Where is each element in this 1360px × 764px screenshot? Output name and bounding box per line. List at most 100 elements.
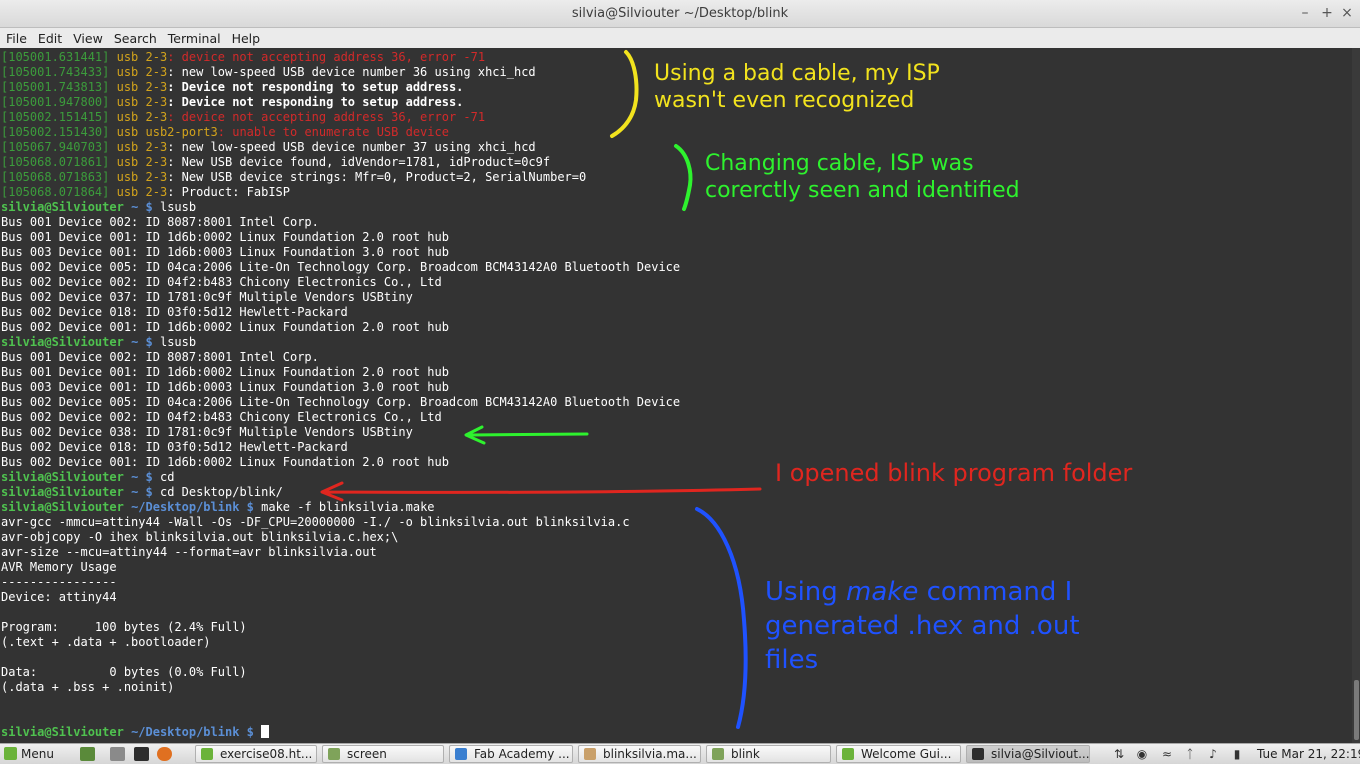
mint-logo-icon <box>4 747 17 760</box>
log-timestamp: [105068.071861] <box>1 155 110 169</box>
maximize-icon[interactable]: + <box>1318 4 1336 22</box>
make-output-line <box>1 650 680 665</box>
log-timestamp: [105001.743813] <box>1 80 110 94</box>
log-device: usb 2-3 <box>116 50 168 64</box>
kernel-log-line: [105067.940703] usb 2-3: new low-speed U… <box>1 140 680 155</box>
firefox-icon[interactable] <box>157 747 172 761</box>
show-desktop-icon[interactable] <box>80 747 95 761</box>
network-icon[interactable]: ⇅ <box>1112 747 1126 761</box>
scrollbar-thumb[interactable] <box>1354 680 1359 740</box>
make-output-text: Data: 0 bytes (0.0% Full) <box>1 665 247 679</box>
window-title: silvia@Silviouter ~/Desktop/blink <box>571 6 789 21</box>
taskbar-task[interactable]: blinksilvia.ma... <box>578 745 701 763</box>
lsusb-text: Bus 002 Device 005: ID 04ca:2006 Lite-On… <box>1 260 681 274</box>
prompt-line: silvia@Silviouter ~ $ lsusb <box>1 335 680 350</box>
terminal-scrollbar[interactable] <box>1352 48 1360 743</box>
prompt-path: ~ $ <box>131 200 153 214</box>
log-timestamp: [105068.071863] <box>1 170 110 184</box>
lsusb-line: Bus 002 Device 038: ID 1781:0c9f Multipl… <box>1 425 680 440</box>
prompt-line: silvia@Silviouter ~ $ lsusb <box>1 200 680 215</box>
task-label: silvia@Silviout... <box>991 747 1090 761</box>
taskbar-task[interactable]: silvia@Silviout... <box>966 745 1090 763</box>
lsusb-text: Bus 002 Device 038: ID 1781:0c9f Multipl… <box>1 425 413 439</box>
prompt-line: silvia@Silviouter ~/Desktop/blink $ make… <box>1 500 680 515</box>
lsusb-text: Bus 001 Device 002: ID 8087:8001 Intel C… <box>1 215 319 229</box>
menu-search[interactable]: Search <box>109 29 162 46</box>
lsusb-line: Bus 002 Device 002: ID 04f2:b483 Chicony… <box>1 410 680 425</box>
lsusb-text: Bus 002 Device 005: ID 04ca:2006 Lite-On… <box>1 395 681 409</box>
lsusb-line: Bus 001 Device 001: ID 1d6b:0002 Linux F… <box>1 365 680 380</box>
log-timestamp: [105002.151430] <box>1 125 110 139</box>
log-device: usb 2-3 <box>116 185 168 199</box>
prompt-line-current: silvia@Silviouter ~/Desktop/blink $ <box>1 725 680 740</box>
task-label: Fab Academy ... <box>474 747 570 761</box>
menu-help[interactable]: Help <box>227 29 266 46</box>
prompt-user: silvia@Silviouter <box>1 725 124 739</box>
lsusb-line: Bus 001 Device 002: ID 8087:8001 Intel C… <box>1 215 680 230</box>
battery-icon[interactable]: ▮ <box>1230 747 1244 761</box>
annotation-make-em: make <box>846 577 919 607</box>
menu-terminal[interactable]: Terminal <box>163 29 226 46</box>
log-device: usb 2-3 <box>116 155 168 169</box>
bluetooth-icon[interactable]: ᛏ <box>1183 747 1197 761</box>
menu-view[interactable]: View <box>68 29 108 46</box>
make-output-text: Device: attiny44 <box>1 590 117 604</box>
lsusb-text: Bus 001 Device 001: ID 1d6b:0002 Linux F… <box>1 230 449 244</box>
lsusb-text: Bus 002 Device 001: ID 1d6b:0002 Linux F… <box>1 455 449 469</box>
task-label: Welcome Gui... <box>861 747 952 761</box>
make-output-line: avr-size --mcu=attiny44 --format=avr bli… <box>1 545 680 560</box>
start-menu-button[interactable]: Menu <box>4 746 54 763</box>
task-app-icon <box>455 748 467 760</box>
clock[interactable]: Tue Mar 21, 22:19 <box>1257 746 1360 762</box>
log-device: usb usb2-port3 <box>116 125 218 139</box>
log-message: : device not accepting address 36, error… <box>167 110 486 124</box>
lsusb-text: Bus 003 Device 001: ID 1d6b:0003 Linux F… <box>1 380 449 394</box>
update-shield-icon[interactable]: ◉ <box>1135 747 1149 761</box>
kernel-log-line: [105001.743813] usb 2-3: Device not resp… <box>1 80 680 95</box>
close-icon[interactable]: × <box>1338 4 1356 22</box>
lsusb-text: Bus 002 Device 037: ID 1781:0c9f Multipl… <box>1 290 413 304</box>
terminal-area[interactable]: [105001.631441] usb 2-3: device not acce… <box>0 48 1352 743</box>
make-output-line: ---------------- <box>1 575 680 590</box>
make-output-text: avr-gcc -mmcu=attiny44 -Wall -Os -DF_CPU… <box>1 515 630 529</box>
make-output-line: (.data + .bss + .noinit) <box>1 680 680 695</box>
prompt-command: cd <box>159 470 175 484</box>
lsusb-text: Bus 002 Device 002: ID 04f2:b483 Chicony… <box>1 410 442 424</box>
file-manager-icon[interactable] <box>110 747 125 761</box>
lsusb-line: Bus 002 Device 001: ID 1d6b:0002 Linux F… <box>1 455 680 470</box>
annotation-opened-folder: I opened blink program folder <box>775 459 1133 487</box>
terminal-launcher-icon[interactable] <box>134 747 149 761</box>
menu-file[interactable]: File <box>1 29 32 46</box>
prompt-line: silvia@Silviouter ~ $ cd <box>1 470 680 485</box>
log-timestamp: [105002.151415] <box>1 110 110 124</box>
minimize-icon[interactable]: – <box>1296 4 1314 22</box>
lsusb-line: Bus 002 Device 001: ID 1d6b:0002 Linux F… <box>1 320 680 335</box>
volume-icon[interactable]: ♪ <box>1206 747 1220 761</box>
wifi-icon[interactable]: ≈ <box>1160 747 1174 761</box>
task-label: blink <box>731 747 760 761</box>
log-message: : Device not responding to setup address… <box>167 95 464 109</box>
log-timestamp: [105067.940703] <box>1 140 110 154</box>
taskbar-task[interactable]: screen <box>322 745 444 763</box>
lsusb-line: Bus 002 Device 037: ID 1781:0c9f Multipl… <box>1 290 680 305</box>
make-output-text: AVR Memory Usage <box>1 560 117 574</box>
make-output-line: Data: 0 bytes (0.0% Full) <box>1 665 680 680</box>
lsusb-line: Bus 002 Device 018: ID 03f0:5d12 Hewlett… <box>1 305 680 320</box>
log-message: : new low-speed USB device number 37 usi… <box>167 140 536 154</box>
kernel-log-line: [105068.071864] usb 2-3: Product: FabISP <box>1 185 680 200</box>
taskbar-task[interactable]: exercise08.ht... <box>195 745 317 763</box>
taskbar-task[interactable]: blink <box>706 745 831 763</box>
window-titlebar[interactable]: silvia@Silviouter ~/Desktop/blink – + × <box>0 0 1360 28</box>
log-message: : New USB device found, idVendor=1781, i… <box>167 155 551 169</box>
menu-edit[interactable]: Edit <box>33 29 67 46</box>
prompt-path: ~/Desktop/blink $ <box>131 500 254 514</box>
log-message: : New USB device strings: Mfr=0, Product… <box>167 170 587 184</box>
prompt-path: ~ $ <box>131 470 153 484</box>
make-output-line <box>1 605 680 620</box>
taskbar-task[interactable]: Welcome Gui... <box>836 745 961 763</box>
taskbar-task[interactable]: Fab Academy ... <box>449 745 573 763</box>
prompt-user: silvia@Silviouter <box>1 500 124 514</box>
kernel-log-line: [105001.631441] usb 2-3: device not acce… <box>1 50 680 65</box>
make-output-text: (.data + .bss + .noinit) <box>1 680 175 694</box>
lsusb-line: Bus 002 Device 005: ID 04ca:2006 Lite-On… <box>1 260 680 275</box>
